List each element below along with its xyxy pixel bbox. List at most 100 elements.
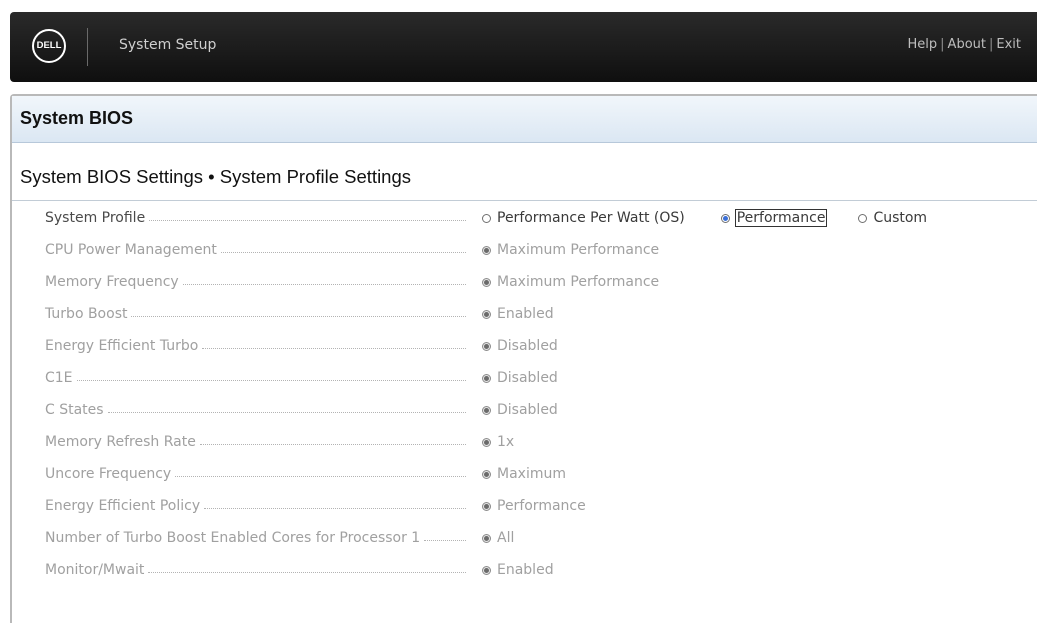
setting-options: Maximum Performance (482, 240, 659, 260)
setting-label: Energy Efficient Policy (45, 496, 467, 516)
dotted-leader (107, 411, 466, 413)
page-subtitle: System BIOS Settings • System Profile Se… (20, 166, 412, 187)
setting-label-text: Number of Turbo Boost Enabled Cores for … (45, 530, 421, 546)
setting-label: CPU Power Management (45, 240, 467, 260)
page-title-bar: System BIOS (12, 96, 1037, 143)
setting-label-text: Memory Refresh Rate (45, 434, 196, 450)
setting-label: Monitor/Mwait (45, 560, 467, 580)
help-link[interactable]: Help (908, 37, 938, 52)
setting-label-text: Monitor/Mwait (45, 562, 145, 578)
radio-selected-icon (482, 501, 491, 511)
radio-option: Enabled (482, 562, 554, 578)
setting-label-text: Energy Efficient Turbo (45, 338, 199, 354)
radio-option: Performance (482, 498, 586, 514)
setting-options: Maximum (482, 464, 566, 484)
radio-option-label: Performance Per Watt (OS) (497, 210, 685, 226)
about-link[interactable]: About (948, 37, 986, 52)
app-title: System Setup (119, 37, 217, 53)
radio-option-label: 1x (497, 434, 515, 450)
radio-option: Enabled (482, 306, 554, 322)
radio-selected-icon (482, 533, 491, 543)
setting-label-text: CPU Power Management (45, 242, 217, 258)
radio-selected-icon (482, 469, 491, 479)
setting-row: Turbo Boost Enabled (12, 304, 1012, 324)
setting-row: Energy Efficient Policy Performance (12, 496, 1012, 516)
setting-row: CPU Power Management Maximum Performance (12, 240, 1012, 260)
radio-selected-icon (482, 405, 491, 415)
setting-options: Disabled (482, 336, 558, 356)
setting-label-text: Memory Frequency (45, 274, 179, 290)
setting-options: 1x (482, 432, 514, 452)
setting-options: Disabled (482, 400, 558, 420)
radio-selected-icon (482, 277, 491, 287)
setting-label: System Profile (45, 208, 467, 228)
setting-label: Uncore Frequency (45, 464, 467, 484)
radio-option-label: All (497, 530, 515, 546)
radio-option-label: Disabled (497, 370, 558, 386)
radio-selected-icon (482, 437, 491, 447)
setting-label: Memory Refresh Rate (45, 432, 467, 452)
page-title: System BIOS (20, 108, 134, 128)
dotted-leader (202, 347, 466, 349)
dotted-leader (199, 443, 466, 445)
dotted-leader (76, 379, 466, 381)
dotted-leader (220, 251, 466, 253)
radio-selected-icon (482, 245, 491, 255)
header-links: Help | About | Exit (908, 37, 1021, 52)
setting-row[interactable]: System Profile Performance Per Watt (OS) P… (12, 208, 1012, 228)
dotted-leader (175, 475, 466, 477)
setting-label: C States (45, 400, 467, 420)
setting-label: Memory Frequency (45, 272, 467, 292)
top-header-bar: DELL System Setup Help | About | Exit (10, 12, 1037, 82)
radio-selected-icon (482, 565, 491, 575)
dotted-leader (204, 507, 466, 509)
exit-link[interactable]: Exit (996, 37, 1021, 52)
setting-label-text: System Profile (45, 210, 146, 226)
radio-option: All (482, 530, 514, 546)
setting-row: Memory Frequency Maximum Performance (12, 272, 1012, 292)
radio-selected-icon[interactable] (720, 213, 730, 223)
radio-option-label: Enabled (497, 562, 554, 578)
radio-option-label: Performance (734, 209, 828, 227)
radio-option[interactable]: Performance Per Watt (OS) (482, 210, 685, 226)
setting-label: Turbo Boost (45, 304, 467, 324)
setting-options: Enabled (482, 560, 554, 580)
radio-option-label: Disabled (497, 338, 558, 354)
radio-unselected-icon[interactable] (858, 213, 868, 223)
setting-label-text: C1E (45, 370, 73, 386)
radio-option-label: Enabled (497, 306, 554, 322)
radio-selected-icon (482, 373, 491, 383)
setting-label: Number of Turbo Boost Enabled Cores for … (45, 528, 467, 548)
setting-label: Energy Efficient Turbo (45, 336, 467, 356)
setting-options: All (482, 528, 514, 548)
setting-options: Performance (482, 496, 586, 516)
setting-label: C1E (45, 368, 467, 388)
radio-selected-icon (482, 341, 491, 351)
setting-label-text: Turbo Boost (45, 306, 128, 322)
dotted-leader (131, 315, 466, 317)
radio-option: Disabled (482, 338, 558, 354)
link-separator: | (940, 37, 945, 52)
setting-row: C1E Disabled (12, 368, 1012, 388)
radio-option-label: Disabled (497, 402, 558, 418)
content-panel: System BIOS System BIOS Settings • Syste… (10, 94, 1037, 623)
setting-label-text: C States (45, 402, 104, 418)
setting-options: Maximum Performance (482, 272, 659, 292)
radio-option-label: Custom (873, 210, 928, 226)
dotted-leader (424, 539, 466, 541)
setting-row: Energy Efficient Turbo Disabled (12, 336, 1012, 356)
radio-option: Maximum Performance (482, 274, 659, 290)
radio-option: Maximum (482, 466, 566, 482)
setting-options: Disabled (482, 368, 558, 388)
dell-logo: DELL (32, 29, 66, 63)
radio-unselected-icon[interactable] (482, 213, 491, 223)
setting-label-text: Uncore Frequency (45, 466, 172, 482)
radio-option[interactable]: Performance (720, 209, 828, 227)
dotted-leader (148, 571, 466, 573)
radio-option[interactable]: Custom (858, 210, 927, 226)
radio-selected-icon (482, 309, 491, 319)
radio-option: Disabled (482, 370, 558, 386)
setting-row: Monitor/Mwait Enabled (12, 560, 1012, 580)
setting-row: Uncore Frequency Maximum (12, 464, 1012, 484)
radio-option-label: Maximum (497, 466, 566, 482)
